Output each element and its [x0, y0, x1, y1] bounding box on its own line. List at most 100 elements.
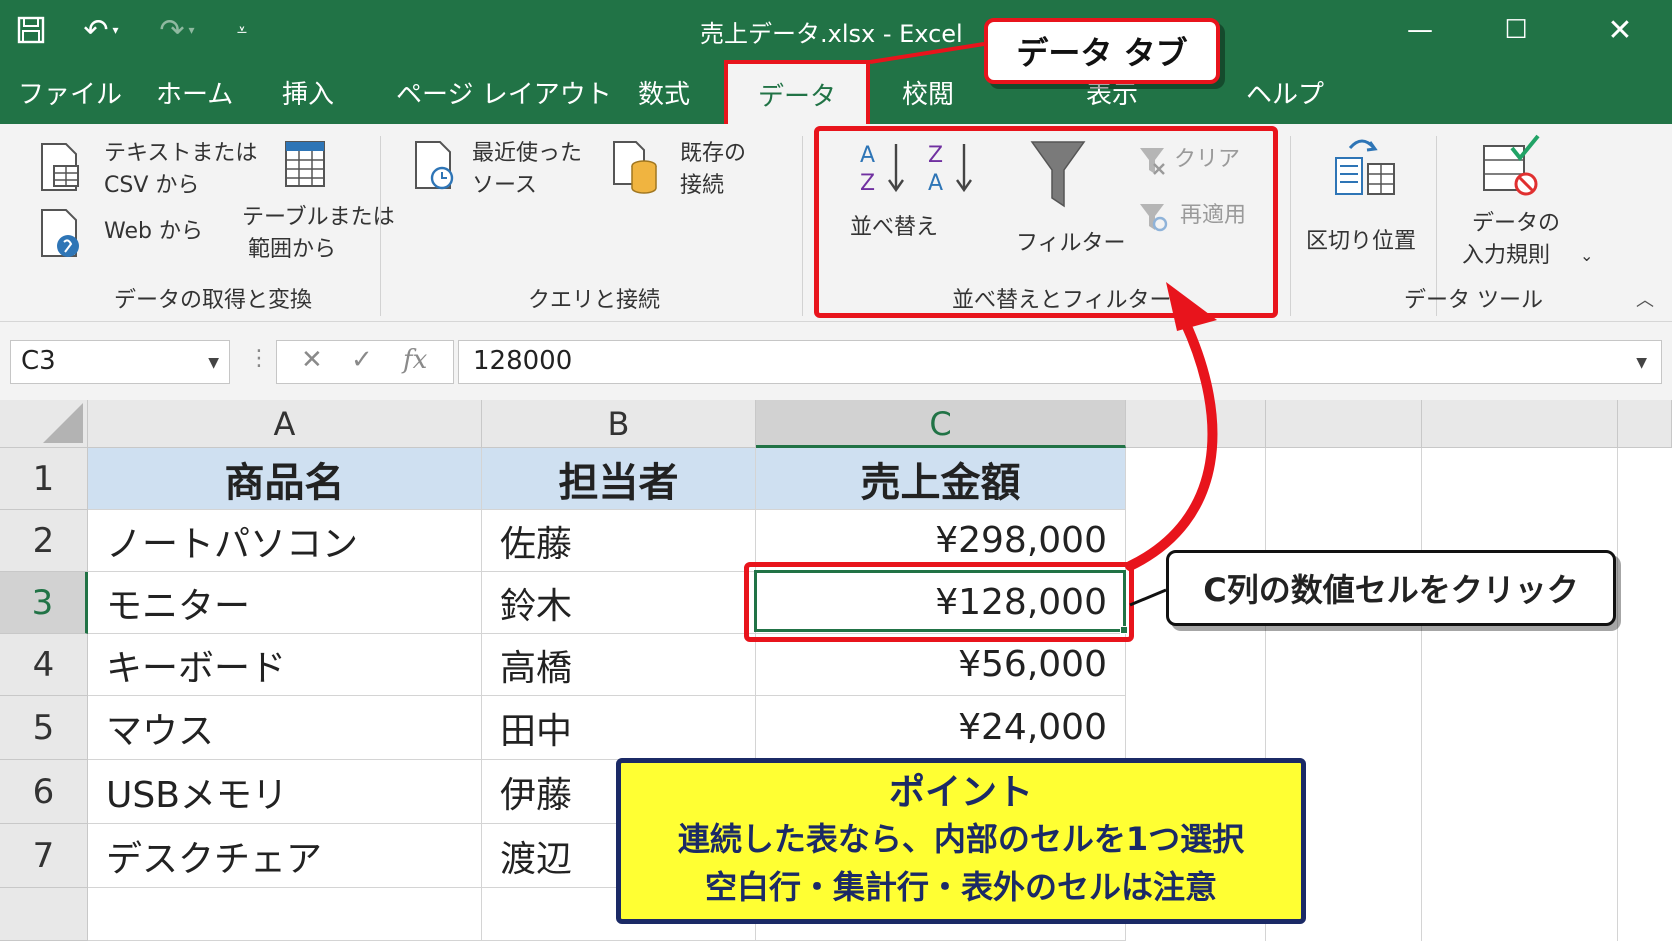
column-header-f[interactable]: [1422, 400, 1618, 448]
from-table-range-button[interactable]: テーブルまたは 範囲から: [242, 134, 395, 274]
minimize-button[interactable]: —: [1390, 8, 1450, 52]
cell-b1[interactable]: 担当者: [482, 448, 756, 510]
customize-qat-button[interactable]: ⩡: [228, 12, 256, 48]
column-header-d[interactable]: [1126, 400, 1266, 448]
data-tab-callout: データ タブ: [984, 18, 1220, 84]
cell-a2[interactable]: ノートパソコン: [88, 510, 482, 572]
cell-b4[interactable]: 高橋: [482, 634, 756, 696]
chevron-down-icon: ▾: [188, 23, 195, 37]
tab-review[interactable]: 校閲: [902, 74, 954, 112]
enter-icon[interactable]: ✓: [351, 345, 373, 375]
tab-page-layout[interactable]: ページ レイアウト: [396, 74, 612, 112]
cell-a3[interactable]: モニター: [88, 572, 482, 634]
cell-a5[interactable]: マウス: [88, 696, 482, 760]
row-header-4[interactable]: 4: [0, 634, 88, 696]
row-header-3[interactable]: 3: [0, 572, 88, 634]
group-label-get-transform: データの取得と変換: [114, 288, 313, 313]
cell-a1[interactable]: 商品名: [88, 448, 482, 510]
data-validation-icon: [1483, 134, 1540, 196]
maximize-icon: ☐: [1504, 15, 1528, 45]
close-icon: ✕: [1607, 12, 1633, 48]
cancel-icon[interactable]: ✕: [301, 345, 323, 375]
chevron-down-icon[interactable]: ▼: [1636, 355, 1647, 371]
click-cell-callout: C列の数値セルをクリック: [1166, 550, 1616, 626]
maximize-button[interactable]: ☐: [1486, 8, 1546, 52]
chevron-down-icon[interactable]: ▼: [208, 355, 219, 371]
tab-file[interactable]: ファイル: [18, 74, 122, 112]
point-line-2: 空白行・集計行・表外のセルは注意: [704, 868, 1217, 906]
tab-data[interactable]: データ: [724, 60, 870, 124]
name-box[interactable]: C3 ▼: [10, 340, 230, 384]
cell-b5[interactable]: 田中: [482, 696, 756, 760]
chevron-down-icon: ▾: [112, 23, 119, 37]
formula-input[interactable]: 128000 ▼: [458, 340, 1662, 384]
redo-button[interactable]: ↷ ▾: [148, 12, 206, 48]
select-all-icon: [43, 403, 83, 443]
insert-function-icon[interactable]: fx: [403, 345, 427, 375]
web-icon: [41, 209, 79, 257]
cell-c1[interactable]: 売上金額: [756, 448, 1126, 510]
group-separator: [802, 136, 803, 316]
row-header-8[interactable]: [0, 888, 88, 941]
point-title: ポイント: [888, 772, 1033, 813]
text-to-columns-button[interactable]: 区切り位置: [1304, 134, 1428, 264]
group-label-data-tools: データ ツール: [1404, 288, 1543, 313]
recent-sources-icon: [415, 141, 454, 190]
cell-a7[interactable]: デスクチェア: [88, 824, 482, 888]
group-separator: [380, 136, 381, 316]
save-button[interactable]: [12, 12, 50, 48]
existing-connections-icon: [613, 141, 657, 194]
data-validation-button[interactable]: データの 入力規則 ⌄: [1462, 134, 1596, 274]
recent-sources-button[interactable]: 最近使った ソース: [410, 138, 590, 208]
from-text-csv-button[interactable]: テキストまたは CSV から: [32, 138, 257, 198]
group-separator: [1290, 136, 1291, 316]
formula-value: 128000: [473, 346, 573, 376]
row-header-2[interactable]: 2: [0, 510, 88, 572]
column-header-e[interactable]: [1266, 400, 1422, 448]
cell-highlight-annotation: [744, 562, 1134, 642]
save-icon: [17, 16, 45, 44]
more-icon: ⩡: [236, 19, 248, 41]
text-to-columns-icon: [1335, 139, 1395, 195]
cell-a6[interactable]: USBメモリ: [88, 760, 482, 824]
tab-home[interactable]: ホーム: [156, 74, 233, 112]
tab-help[interactable]: ヘルプ: [1246, 74, 1324, 112]
row-header-7[interactable]: 7: [0, 824, 88, 888]
resize-handle[interactable]: ⋮: [248, 346, 270, 371]
column-header-c[interactable]: C: [756, 400, 1126, 448]
cell-b2[interactable]: 佐藤: [482, 510, 756, 572]
select-all-button[interactable]: [0, 400, 88, 448]
from-web-button[interactable]: Web から: [32, 204, 212, 260]
formula-buttons: ✕ ✓ fx: [276, 340, 454, 384]
formula-bar: C3 ▼ ⋮ ✕ ✓ fx 128000 ▼: [0, 322, 1672, 400]
existing-connections-button[interactable]: 既存の 接続: [608, 138, 758, 208]
row-header-1[interactable]: 1: [0, 448, 88, 510]
ribbon-tabs: ファイル ホーム 挿入 ページ レイアウト 数式 データ 校閲 表示 ヘルプ: [0, 60, 1672, 124]
cell-c4[interactable]: ¥56,000: [756, 634, 1126, 696]
point-note: ポイント 連続した表なら、内部のセルを1つ選択 空白行・集計行・表外のセルは注意: [616, 758, 1306, 924]
title-bar: ↶ ▾ ↷ ▾ ⩡ 売上データ.xlsx - Excel — ☐ ✕: [0, 0, 1672, 60]
column-header-g[interactable]: [1618, 400, 1672, 448]
row-header-6[interactable]: 6: [0, 760, 88, 824]
text-file-icon: [41, 143, 79, 191]
undo-button[interactable]: ↶ ▾: [72, 12, 130, 48]
cell-c5[interactable]: ¥24,000: [756, 696, 1126, 760]
column-header-b[interactable]: B: [482, 400, 756, 448]
tab-insert[interactable]: 挿入: [282, 74, 334, 112]
chevron-up-icon: ︿: [1636, 290, 1654, 311]
cell-b3[interactable]: 鈴木: [482, 572, 756, 634]
group-label-queries: クエリと接続: [528, 288, 661, 313]
redo-icon: ↷: [159, 12, 185, 48]
column-header-a[interactable]: A: [88, 400, 482, 448]
name-box-value: C3: [21, 346, 56, 376]
collapse-ribbon-button[interactable]: ︿: [1636, 286, 1654, 312]
sort-filter-highlight-annotation: [814, 126, 1278, 318]
undo-icon: ↶: [83, 12, 109, 48]
cell-a8[interactable]: [88, 888, 482, 941]
cell-a4[interactable]: キーボード: [88, 634, 482, 696]
close-button[interactable]: ✕: [1590, 8, 1650, 52]
tab-formulas[interactable]: 数式: [638, 74, 690, 112]
table-icon: [285, 141, 325, 187]
row-header-5[interactable]: 5: [0, 696, 88, 760]
column-f-cells[interactable]: [1422, 448, 1618, 941]
